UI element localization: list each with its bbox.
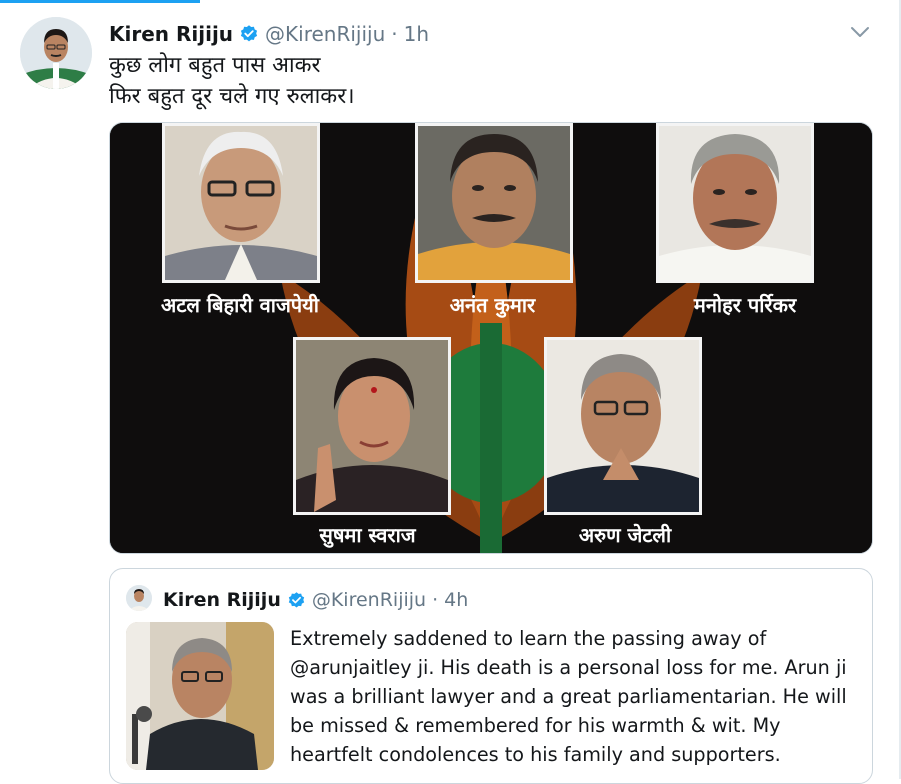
quoted-author-avatar [126, 585, 152, 611]
photo-caption: सुषमा स्वराज [319, 523, 416, 547]
photo-caption: अटल बिहारी वाजपेयी [161, 293, 319, 317]
portrait-photo [415, 123, 573, 283]
author-avatar[interactable] [20, 17, 92, 89]
separator-dot: · [432, 589, 439, 611]
photo-caption: मनोहर पर्रिकर [693, 293, 797, 317]
chevron-down-icon[interactable] [848, 22, 872, 42]
author-handle[interactable]: @KirenRijiju [265, 22, 385, 46]
quoted-author-name: Kiren Rijiju [163, 589, 281, 611]
quoted-tweet[interactable]: Kiren Rijiju @KirenRijiju · 4h Extremely… [109, 568, 873, 784]
tweet-text: कुछ लोग बहुत पास आकर फिर बहुत दूर चले गए… [109, 50, 355, 112]
photo-caption: अरुण जेटली [578, 523, 672, 547]
tweet-media-image[interactable]: अटल बिहारी वाजपेयी अनंत कुमार मनोहर पर्र… [109, 122, 873, 554]
quoted-tweet-image [126, 622, 274, 770]
tweet-text-line: फिर बहुत दूर चले गए रुलाकर। [109, 84, 355, 109]
quoted-tweet-text: Extremely saddened to learn the passing … [290, 627, 847, 766]
quoted-tweet-header: Kiren Rijiju @KirenRijiju · 4h [163, 587, 468, 613]
tweet-text-line: कुछ लोग बहुत पास आकर [109, 53, 321, 78]
tweet-timestamp[interactable]: 1h [404, 22, 429, 46]
tab-indicator [0, 0, 200, 3]
verified-badge-icon [240, 25, 258, 42]
portrait-photo [162, 123, 320, 283]
quoted-tweet-timestamp: 4h [444, 589, 469, 611]
verified-badge-icon [288, 591, 305, 608]
portrait-photo [544, 337, 702, 515]
portrait-photo [656, 123, 814, 283]
portrait-photo [293, 337, 451, 515]
separator-dot: · [391, 22, 398, 46]
author-name[interactable]: Kiren Rijiju [109, 22, 233, 46]
photo-caption: अनंत कुमार [449, 293, 536, 317]
tweet-header: Kiren Rijiju @KirenRijiju · 1h [109, 20, 429, 48]
quoted-author-handle: @KirenRijiju [311, 589, 427, 611]
